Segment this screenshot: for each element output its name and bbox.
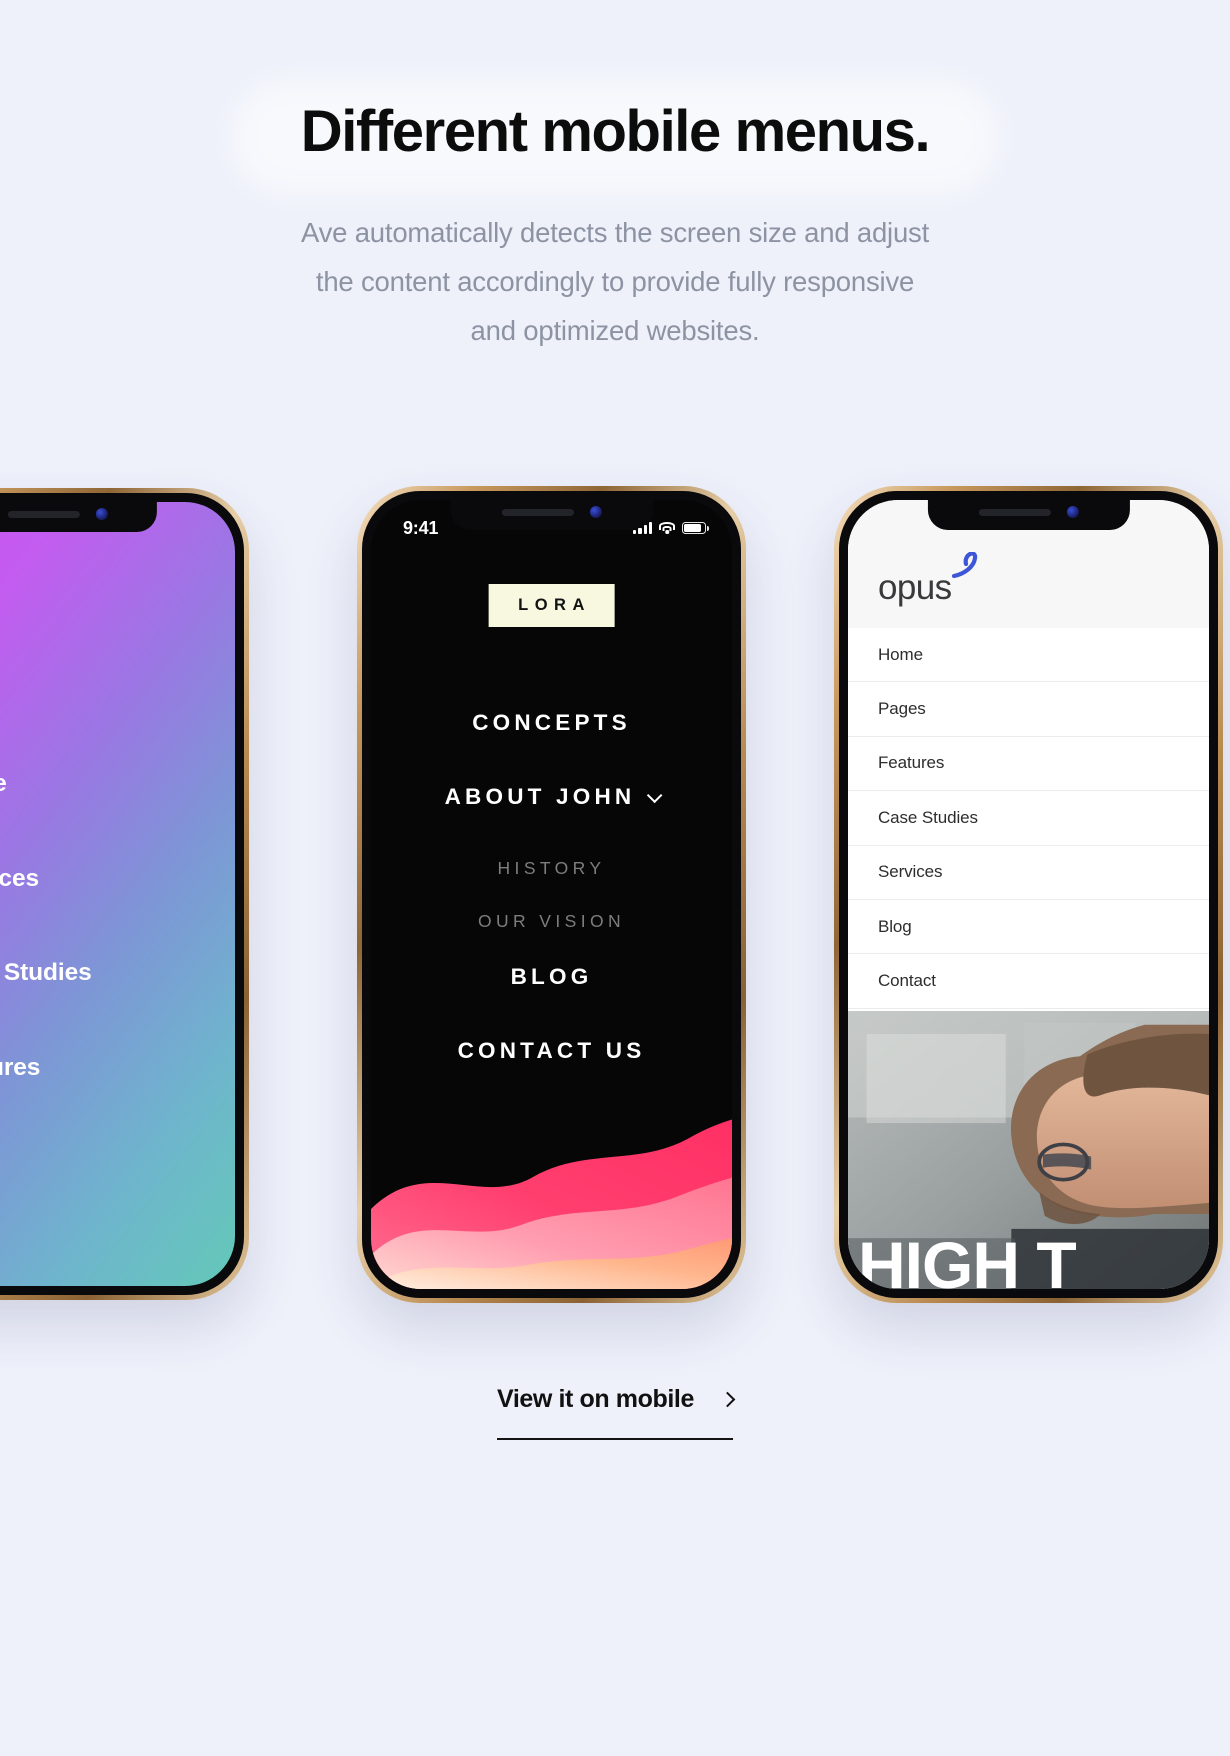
phone-screen: Home Services Case Studies Features Blog	[0, 502, 235, 1286]
phone-frame: opus Home Pages Features Case Studies Se…	[834, 486, 1223, 1303]
menu-item-contact[interactable]: Contact	[848, 954, 1209, 1009]
hero-headline: HIGH T	[858, 1228, 1077, 1289]
phone-showcase: Home Services Case Studies Features Blog	[0, 483, 1230, 1313]
menu-item-concepts[interactable]: CONCEPTS	[371, 710, 732, 736]
menu-item-pages[interactable]: Pages	[848, 682, 1209, 737]
phone-center: 9:41 LORA CONCEPTS ABOUT JOHN HISTORY OU…	[357, 486, 746, 1303]
phone-bezel: 9:41 LORA CONCEPTS ABOUT JOHN HISTORY OU…	[362, 491, 741, 1298]
menu-item-case-studies[interactable]: Case Studies	[848, 791, 1209, 846]
front-camera-icon	[1066, 506, 1079, 518]
phone-left: Home Services Case Studies Features Blog	[0, 488, 249, 1300]
phone-screen: opus Home Pages Features Case Studies Se…	[848, 500, 1209, 1289]
menu-item-label: BLOG	[510, 964, 593, 989]
opus-logo[interactable]: opus	[878, 552, 977, 608]
subtitle-line-1: Ave automatically detects the screen siz…	[300, 216, 930, 248]
speaker-icon	[7, 510, 80, 518]
light-menu-screen: opus Home Pages Features Case Studies Se…	[848, 500, 1209, 1289]
speaker-icon	[978, 508, 1051, 516]
page-header: Different mobile menus. Ave automaticall…	[0, 0, 1230, 356]
center-phone-menu: CONCEPTS ABOUT JOHN HISTORY OUR VISION B…	[371, 710, 732, 1112]
swoosh-icon	[951, 552, 977, 578]
menu-item-blog[interactable]: Blog	[848, 900, 1209, 955]
status-time: 9:41	[403, 517, 439, 538]
front-camera-icon	[95, 508, 108, 520]
subtitle-line-2: the content accordingly to provide fully…	[315, 265, 915, 297]
status-bar: 9:41	[371, 500, 732, 546]
hero-photo: HIGH T	[848, 1011, 1209, 1289]
dark-menu-screen: 9:41 LORA CONCEPTS ABOUT JOHN HISTORY OU…	[371, 500, 732, 1289]
chevron-down-icon	[647, 787, 663, 803]
phone-notch	[927, 500, 1130, 530]
menu-item-label: ABOUT JOHN	[444, 784, 636, 809]
subtitle-line-3: and optimized websites.	[470, 314, 760, 346]
phone-bezel: Home Services Case Studies Features Blog	[0, 493, 244, 1295]
menu-item-about-john[interactable]: ABOUT JOHN	[371, 784, 732, 810]
battery-icon	[682, 522, 709, 534]
phone-notch	[0, 502, 158, 532]
left-phone-menu: Home Services Case Studies Features Blog	[0, 770, 92, 1243]
submenu-item-our-vision[interactable]: OUR VISION	[371, 911, 732, 932]
menu-item-features[interactable]: Features	[0, 1054, 92, 1082]
right-phone-menu: Home Pages Features Case Studies Service…	[848, 628, 1209, 1009]
menu-item-home[interactable]: Home	[848, 628, 1209, 683]
lora-logo[interactable]: LORA	[488, 584, 615, 627]
wifi-icon	[659, 522, 675, 534]
menu-item-home[interactable]: Home	[0, 770, 92, 798]
opus-logo-text: opus	[878, 568, 952, 607]
cta-inner[interactable]: View it on mobile	[497, 1385, 736, 1440]
menu-item-case-studies[interactable]: Case Studies	[0, 959, 92, 987]
signal-icon	[633, 522, 652, 534]
menu-item-blog[interactable]: BLOG	[371, 964, 732, 990]
page-subtitle: Ave automatically detects the screen siz…	[0, 209, 1230, 356]
status-icons	[633, 522, 709, 534]
cta-label: View it on mobile	[497, 1385, 694, 1413]
phone-right: opus Home Pages Features Case Studies Se…	[834, 486, 1223, 1303]
menu-item-label: CONTACT US	[457, 1038, 646, 1063]
menu-item-features[interactable]: Features	[848, 737, 1209, 792]
menu-item-label: CONCEPTS	[472, 710, 631, 735]
menu-item-contact-us[interactable]: CONTACT US	[371, 1038, 732, 1064]
menu-item-blog[interactable]: Blog	[0, 1148, 92, 1176]
phone-screen: 9:41 LORA CONCEPTS ABOUT JOHN HISTORY OU…	[371, 500, 732, 1289]
phone-frame: 9:41 LORA CONCEPTS ABOUT JOHN HISTORY OU…	[357, 486, 746, 1303]
phone-frame: Home Services Case Studies Features Blog	[0, 488, 249, 1300]
page-title: Different mobile menus.	[300, 99, 931, 164]
view-on-mobile-cta[interactable]: View it on mobile	[497, 1385, 736, 1440]
menu-item-services[interactable]: Services	[848, 846, 1209, 900]
gradient-background: Home Services Case Studies Features Blog	[0, 502, 235, 1286]
phone-bezel: opus Home Pages Features Case Studies Se…	[839, 491, 1218, 1298]
menu-item-services[interactable]: Services	[0, 865, 92, 893]
page-root: Different mobile menus. Ave automaticall…	[0, 0, 1230, 1756]
submenu-item-history[interactable]: HISTORY	[371, 858, 732, 879]
chevron-right-icon	[719, 1391, 736, 1408]
